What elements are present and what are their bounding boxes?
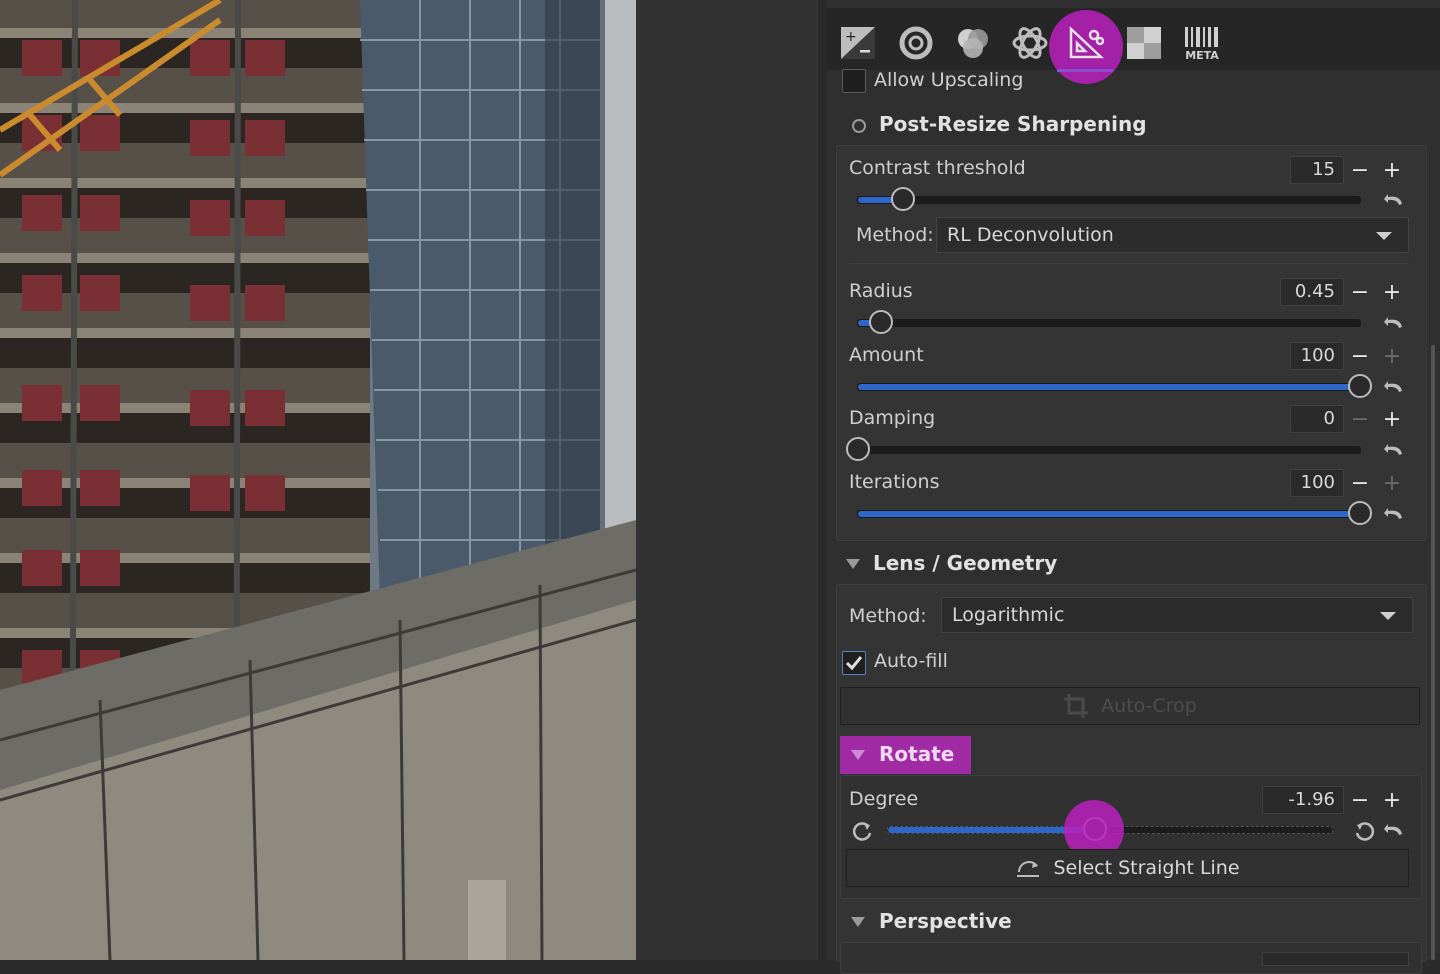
degree-slider[interactable] <box>887 817 1333 841</box>
autofill-checkbox[interactable] <box>842 651 866 675</box>
slider-knob[interactable] <box>1348 501 1372 525</box>
chevron-down-icon <box>1376 232 1392 240</box>
details-icon[interactable] <box>897 24 935 62</box>
decrement-button[interactable]: − <box>1344 786 1376 814</box>
increment-button[interactable]: + <box>1376 278 1408 306</box>
decrement-button[interactable]: − <box>1344 405 1376 433</box>
expander-triangle-icon[interactable] <box>851 750 865 760</box>
radius-slider[interactable] <box>857 310 1361 334</box>
contrast-threshold-spinner: 15 − + <box>1290 155 1408 185</box>
transform-icon[interactable] <box>1067 24 1105 62</box>
slider-fill <box>858 511 1360 517</box>
damping-spinner: 0 − + <box>1290 404 1408 434</box>
geometry-method-value: Logarithmic <box>952 604 1065 626</box>
contrast-threshold-value[interactable]: 15 <box>1290 156 1344 184</box>
decrement-button[interactable]: − <box>1344 156 1376 184</box>
radius-spinner: 0.45 − + <box>1280 277 1408 307</box>
increment-button[interactable]: + <box>1376 342 1408 370</box>
amount-slider[interactable] <box>857 374 1372 398</box>
panel-scrollbar[interactable] <box>1431 345 1435 960</box>
straighten-icon <box>1017 861 1040 877</box>
rotate-title[interactable]: Rotate <box>879 742 954 766</box>
degree-spinner: -1.96 − + <box>1262 785 1408 815</box>
damping-value[interactable]: 0 <box>1290 405 1344 433</box>
sharpening-method-label: Method: <box>856 224 934 246</box>
slider-knob[interactable] <box>846 437 870 461</box>
section-enable-toggle[interactable] <box>852 119 866 133</box>
expander-triangle-icon[interactable] <box>846 559 860 569</box>
iterations-slider[interactable] <box>857 501 1372 525</box>
slider-fill <box>888 827 1096 833</box>
svg-text:+: + <box>845 29 857 45</box>
increment-button[interactable]: + <box>1376 405 1408 433</box>
autofill-label: Auto-fill <box>874 650 948 672</box>
contrast-threshold-slider[interactable] <box>857 187 1361 211</box>
amount-value[interactable]: 100 <box>1290 342 1344 370</box>
decrement-button[interactable]: − <box>1344 342 1376 370</box>
tool-panel: + META Allow Upscaling Post-Resize Sharp… <box>827 0 1440 974</box>
iterations-label: Iterations <box>849 471 940 493</box>
exposure-icon[interactable]: + <box>839 24 877 62</box>
autocrop-label: Auto-Crop <box>1101 695 1197 717</box>
perspective-title[interactable]: Perspective <box>879 909 1012 933</box>
autocrop-button[interactable]: Auto-Crop <box>840 687 1420 725</box>
reset-icon[interactable] <box>1384 506 1406 522</box>
degree-value[interactable]: -1.96 <box>1262 786 1344 814</box>
expander-triangle-icon[interactable] <box>851 917 865 927</box>
checkmark-icon <box>845 656 863 671</box>
damping-label: Damping <box>849 407 936 429</box>
degree-label: Degree <box>849 788 919 810</box>
slider-knob[interactable] <box>891 187 916 211</box>
svg-text:META: META <box>1185 49 1219 61</box>
rotate-ccw-icon[interactable] <box>851 820 873 842</box>
raw-icon[interactable] <box>1125 24 1163 62</box>
crop-icon <box>1064 694 1089 718</box>
allow-upscaling-label: Allow Upscaling <box>874 69 1024 91</box>
decrement-button[interactable]: − <box>1344 278 1376 306</box>
iterations-value[interactable]: 100 <box>1290 469 1344 497</box>
perspective-spinner[interactable] <box>1262 952 1409 966</box>
reset-icon[interactable] <box>1384 822 1406 838</box>
canvas-background <box>636 0 827 960</box>
increment-button[interactable]: + <box>1376 156 1408 184</box>
rotate-cw-icon[interactable] <box>1354 820 1376 842</box>
slider-knob[interactable] <box>868 310 893 334</box>
amount-spinner: 100 − + <box>1290 341 1408 371</box>
increment-button[interactable]: + <box>1376 469 1408 497</box>
active-tab-indicator <box>1057 69 1113 72</box>
amount-label: Amount <box>849 344 924 366</box>
radius-label: Radius <box>849 280 913 302</box>
tool-tab-bar: + META <box>827 8 1440 84</box>
chevron-down-icon <box>1380 612 1396 620</box>
allow-upscaling-checkbox[interactable] <box>842 69 866 93</box>
reset-icon[interactable] <box>1384 315 1406 331</box>
reset-icon[interactable] <box>1384 442 1406 458</box>
photo-preview[interactable] <box>0 0 636 960</box>
metadata-icon[interactable]: META <box>1183 24 1221 62</box>
separator <box>849 263 1409 264</box>
select-straight-line-label: Select Straight Line <box>1053 857 1240 879</box>
post-resize-sharpening-title[interactable]: Post-Resize Sharpening <box>879 112 1147 136</box>
color-icon[interactable] <box>954 24 992 62</box>
radius-value[interactable]: 0.45 <box>1280 278 1344 306</box>
iterations-spinner: 100 − + <box>1290 468 1408 498</box>
geometry-method-dropdown[interactable]: Logarithmic <box>941 597 1413 633</box>
geometry-method-label: Method: <box>849 605 927 627</box>
slider-knob[interactable] <box>1348 374 1372 398</box>
sharpening-method-dropdown[interactable]: RL Deconvolution <box>936 217 1409 253</box>
atom-icon[interactable] <box>1011 24 1049 62</box>
reset-icon[interactable] <box>1384 379 1406 395</box>
contrast-threshold-label: Contrast threshold <box>849 157 1026 179</box>
reset-icon[interactable] <box>1384 192 1406 208</box>
decrement-button[interactable]: − <box>1344 469 1376 497</box>
slider-fill <box>858 384 1360 390</box>
select-straight-line-button[interactable]: Select Straight Line <box>846 849 1409 887</box>
building-photo <box>0 0 636 960</box>
damping-slider[interactable] <box>846 437 1361 461</box>
lens-geometry-title[interactable]: Lens / Geometry <box>873 551 1057 575</box>
sharpening-method-value: RL Deconvolution <box>947 224 1114 246</box>
increment-button[interactable]: + <box>1376 786 1408 814</box>
